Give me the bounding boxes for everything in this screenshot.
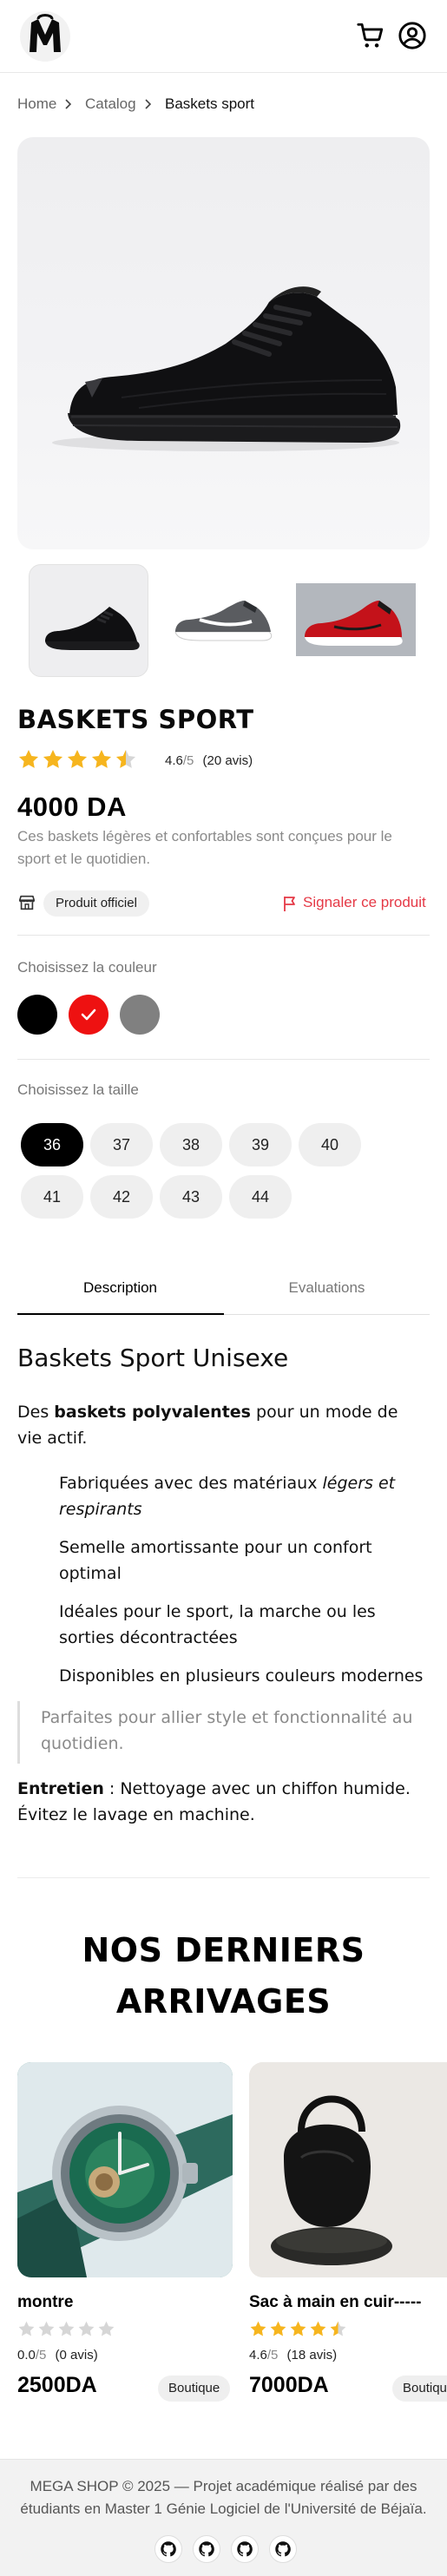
grey-sneaker-thumb: [174, 601, 273, 641]
product-short-description: Ces baskets légères et confortables sont…: [17, 828, 392, 867]
star-icon: [18, 749, 39, 768]
breadcrumb-current: Baskets sport: [165, 95, 254, 112]
thumbnail-red-sneaker[interactable]: [296, 564, 416, 677]
thumbnail-black-sneaker[interactable]: [29, 564, 148, 677]
product-title: BASKETS SPORT: [17, 705, 254, 734]
product-card-rating: 0.0/5 (0 avis): [17, 2348, 98, 2362]
rating-count: (20 avis): [202, 753, 253, 768]
size-option-39[interactable]: 39: [229, 1123, 292, 1166]
size-label: Choisissez la taille: [17, 1081, 139, 1098]
green-watch-image: [17, 2062, 233, 2277]
black-handbag-image: [249, 2062, 447, 2277]
star-icon: [250, 2321, 266, 2336]
star-icon: [58, 2321, 75, 2336]
color-swatch-red[interactable]: [69, 995, 108, 1035]
tab-evaluations[interactable]: Evaluations: [224, 1279, 430, 1297]
divider: [17, 935, 430, 936]
star-icon: [91, 749, 112, 768]
feature-item: Disponibles en plusieurs couleurs modern…: [59, 1666, 424, 1686]
breadcrumb-catalog[interactable]: Catalog: [85, 95, 136, 113]
report-label: Signaler ce produit: [303, 894, 426, 910]
black-sneaker-image: [52, 286, 401, 451]
rating-value: 4.6: [165, 753, 183, 768]
user-circle-icon[interactable]: [398, 21, 427, 50]
star-icon: [78, 2321, 95, 2336]
product-card-image-handbag[interactable]: [249, 2062, 447, 2277]
color-swatch-black[interactable]: [17, 995, 57, 1035]
size-option-43[interactable]: 43: [160, 1175, 222, 1219]
color-label: Choisissez la couleur: [17, 959, 157, 976]
size-option-42[interactable]: 42: [90, 1175, 153, 1219]
tab-underline: [224, 1314, 430, 1315]
arrivals-title-line2: ARRIVAGES: [115, 1982, 332, 2021]
product-card-stars: [249, 2320, 347, 2338]
rating-max: /5: [182, 753, 194, 768]
chevron-right-icon: [145, 99, 152, 109]
cart-icon[interactable]: [356, 21, 385, 50]
care-instructions: Entretien : Nettoyage avec un chiffon hu…: [17, 1779, 411, 1824]
product-card-name[interactable]: montre: [17, 2293, 73, 2312]
star-icon: [43, 749, 63, 768]
site-header: [0, 0, 447, 73]
product-card-price: 2500DA: [17, 2373, 97, 2397]
feature-item: Idéales pour le sport, la marche ou les …: [59, 1602, 376, 1647]
github-icon[interactable]: [154, 2535, 182, 2563]
divider: [17, 1877, 430, 1878]
breadcrumb-home[interactable]: Home: [17, 95, 56, 113]
github-icon[interactable]: [231, 2535, 259, 2563]
star-icon: [98, 2321, 115, 2336]
product-card-price: 7000DA: [249, 2373, 329, 2397]
tab-description[interactable]: Description: [17, 1279, 223, 1297]
product-price: 4000 DA: [17, 792, 127, 822]
tab-active-indicator: [17, 1313, 224, 1315]
flag-icon: [284, 897, 295, 911]
divider: [17, 1059, 430, 1060]
site-footer: MEGA SHOP © 2025 — Projet académique réa…: [0, 2459, 447, 2576]
red-sneaker-thumb: [296, 583, 416, 656]
product-card-name[interactable]: Sac à main en cuir-----: [249, 2293, 422, 2312]
star-icon: [270, 2321, 286, 2336]
chevron-right-icon: [65, 99, 72, 109]
feature-item: Semelle amortissante pour un confort opt…: [59, 1538, 372, 1583]
product-card-stars: [17, 2320, 115, 2338]
size-option-38[interactable]: 38: [160, 1123, 222, 1166]
description-quote: Parfaites pour allier style et fonctionn…: [17, 1701, 430, 1764]
product-card-image-watch[interactable]: [17, 2062, 233, 2277]
size-option-41[interactable]: 41: [21, 1175, 83, 1219]
thumbnail-grey-sneaker[interactable]: [165, 564, 285, 677]
product-card-shop-badge[interactable]: Boutique: [392, 2376, 447, 2402]
star-icon: [290, 2321, 306, 2336]
product-card-shop-badge[interactable]: Boutique: [158, 2376, 231, 2402]
size-option-44[interactable]: 44: [229, 1175, 292, 1219]
star-icon: [330, 2321, 346, 2336]
quote-text: Parfaites pour allier style et fonctionn…: [41, 1708, 413, 1753]
footer-text: MEGA SHOP © 2025 — Projet académique réa…: [20, 2478, 427, 2517]
black-sneaker-thumb: [45, 607, 140, 650]
star-icon: [67, 749, 88, 768]
check-icon: [81, 1009, 96, 1021]
github-icon[interactable]: [269, 2535, 297, 2563]
arrivals-title-line1: NOS DERNIERS: [82, 1931, 365, 1969]
official-product-badge: Produit officiel: [43, 890, 149, 917]
size-option-40[interactable]: 40: [299, 1123, 361, 1166]
description-heading: Baskets Sport Unisexe: [17, 1344, 289, 1372]
product-rating-text: 4.6/5 (20 avis): [165, 753, 253, 768]
description-intro: Des baskets polyvalentes pour un mode de…: [17, 1403, 398, 1448]
color-swatch-grey[interactable]: [120, 995, 160, 1035]
feature-item: Fabriquées avec des matériaux légers et …: [59, 1474, 396, 1519]
product-main-image[interactable]: [17, 137, 430, 549]
star-icon: [310, 2321, 326, 2336]
github-icon[interactable]: [193, 2535, 220, 2563]
size-option-37[interactable]: 37: [90, 1123, 153, 1166]
star-icon: [115, 749, 136, 768]
size-option-36[interactable]: 36: [21, 1123, 83, 1166]
star-icon: [38, 2321, 55, 2336]
product-card-rating: 4.6/5 (18 avis): [249, 2348, 338, 2362]
product-rating-stars: [17, 748, 137, 771]
store-icon: [18, 895, 36, 910]
star-icon: [18, 2321, 35, 2336]
mega-shop-logo[interactable]: [19, 10, 71, 62]
